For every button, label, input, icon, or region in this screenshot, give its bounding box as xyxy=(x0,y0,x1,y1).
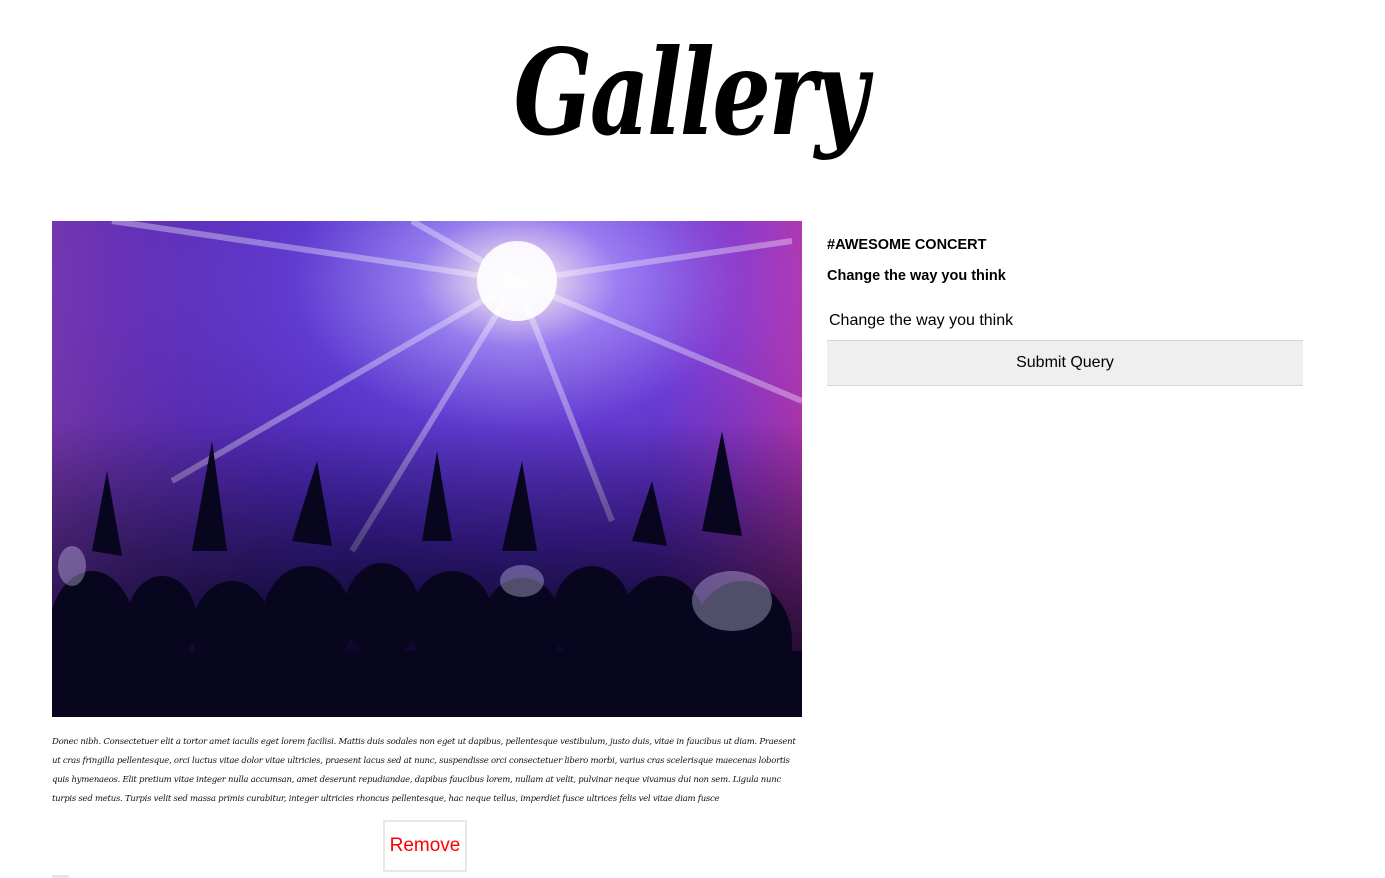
comment-input[interactable] xyxy=(827,308,1303,334)
submit-query-button[interactable]: Submit Query xyxy=(827,340,1303,386)
page-title: Gallery xyxy=(513,23,869,162)
post-hashtag: #AWESOME CONCERT xyxy=(827,237,987,253)
concert-photo-graphic xyxy=(52,221,802,717)
remove-button[interactable]: Remove xyxy=(383,820,467,872)
post-caption: Donec nibh. Consectetuer elit a tortor a… xyxy=(52,737,796,804)
gallery-page: Gallery Donec nibh. Consectetuer elit a … xyxy=(0,0,1385,878)
post-details: #AWESOME CONCERT Change the way you thin… xyxy=(827,236,1303,386)
concert-photo xyxy=(52,221,802,717)
post-subtitle: Change the way you think xyxy=(827,268,1006,284)
